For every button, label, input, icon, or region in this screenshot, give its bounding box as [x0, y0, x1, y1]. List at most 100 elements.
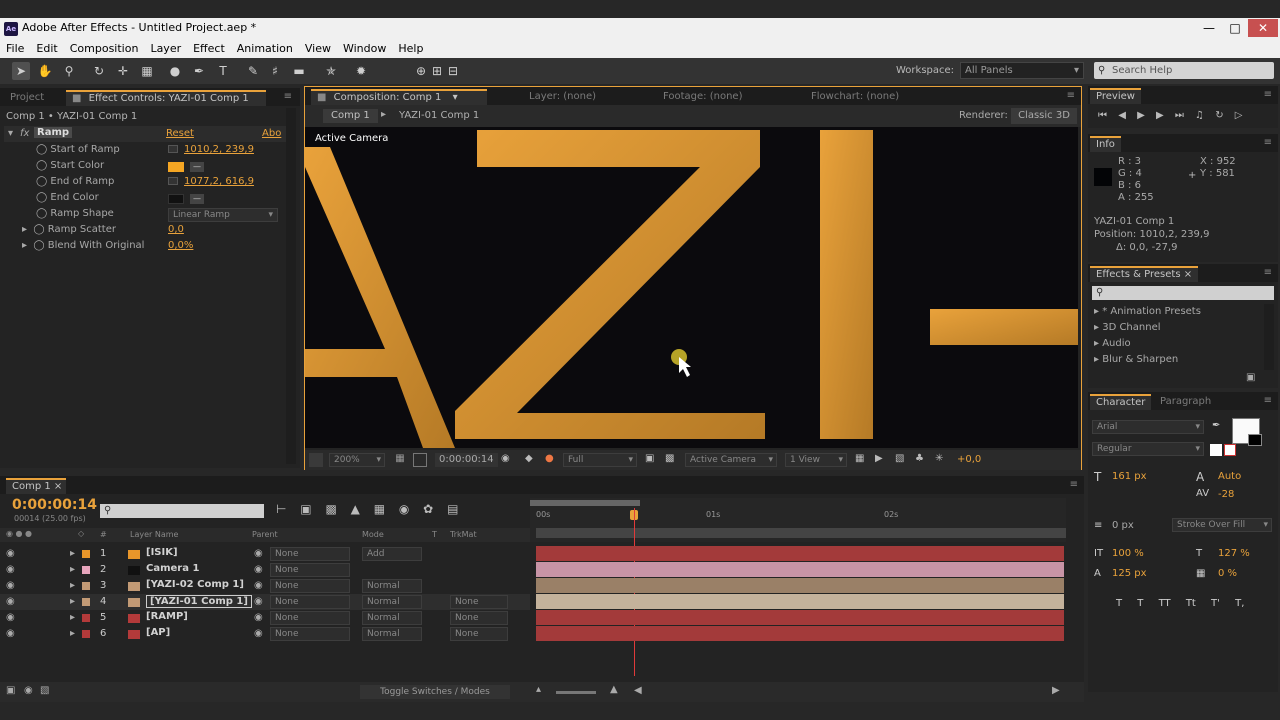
layer-name[interactable]: Camera 1	[146, 563, 199, 574]
value-text[interactable]: 1077,2, 616,9	[184, 176, 254, 187]
tracking-value[interactable]: -28	[1218, 489, 1234, 500]
hide-shy-layers-icon[interactable]: ▲	[351, 502, 360, 516]
zoom-out-icon[interactable]: ▴	[536, 684, 541, 695]
subscript-button[interactable]: T,	[1235, 598, 1244, 609]
list-item[interactable]: ▸ * Animation Presets	[1094, 306, 1201, 317]
flowchart-icon[interactable]: ♣	[915, 453, 924, 464]
pen-tool-icon[interactable]: ✒	[190, 62, 208, 80]
mask-visibility-icon[interactable]	[413, 453, 427, 467]
faux-italic-button[interactable]: T	[1137, 598, 1143, 609]
brush-tool-icon[interactable]: ✎	[244, 62, 262, 80]
menu-help[interactable]: Help	[392, 40, 429, 58]
panel-menu-icon[interactable]: ≡	[1264, 395, 1272, 406]
show-snapshot-icon[interactable]: ◆	[525, 453, 533, 464]
crosshair-icon[interactable]	[168, 145, 178, 153]
layer-search-input[interactable]: ⚲	[100, 504, 264, 518]
expand-right-icon[interactable]: ▸	[70, 612, 75, 623]
rotate-tool-icon[interactable]: ↻	[90, 62, 108, 80]
stroke-color-swatch[interactable]	[1248, 434, 1262, 446]
mode-dropdown[interactable]: Normal	[362, 627, 422, 641]
zoom-tool-icon[interactable]: ⚲	[60, 62, 78, 80]
layer-duration-bar[interactable]	[536, 626, 1064, 641]
vertical-scale-value[interactable]: 100 %	[1112, 548, 1144, 559]
play-icon[interactable]: ▶	[1137, 110, 1145, 121]
baseline-shift-value[interactable]: 125 px	[1112, 568, 1147, 579]
pickwhip-icon[interactable]: ◉	[254, 564, 263, 575]
scroll-right-icon[interactable]: ▶	[1052, 685, 1060, 696]
new-bin-icon[interactable]: ▣	[1246, 372, 1255, 383]
font-style-dropdown[interactable]: Regular ▾	[1092, 442, 1204, 456]
label-color-swatch[interactable]	[82, 582, 90, 590]
menu-composition[interactable]: Composition	[64, 40, 145, 58]
trkmat-dropdown[interactable]: None	[450, 611, 508, 625]
tab-info[interactable]: Info	[1090, 136, 1121, 152]
panel-menu-icon[interactable]: ≡	[1264, 89, 1272, 100]
panel-menu-icon[interactable]: ≡	[1067, 90, 1075, 101]
parent-dropdown[interactable]: None	[270, 563, 350, 577]
timeline-current-time[interactable]: 0:00:00:14	[12, 497, 97, 513]
all-caps-button[interactable]: TT	[1159, 598, 1171, 609]
label-color-swatch[interactable]	[82, 598, 90, 606]
previous-frame-icon[interactable]: ◀	[1118, 110, 1126, 121]
graph-editor-icon[interactable]: ▤	[447, 502, 458, 516]
parent-dropdown[interactable]: None	[270, 579, 350, 593]
column-mode[interactable]: Mode	[362, 530, 384, 539]
close-icon[interactable]: ×	[54, 481, 62, 492]
expand-right-icon[interactable]: ▸	[22, 240, 27, 251]
tab-footage[interactable]: Footage: (none)	[657, 89, 748, 105]
effects-search-input[interactable]: ⚲	[1092, 286, 1274, 300]
zoom-slider[interactable]	[556, 691, 596, 694]
ramp-scatter-value[interactable]: 0,0	[168, 224, 184, 235]
list-item[interactable]: ▸ Audio	[1094, 338, 1131, 349]
camera-view-dropdown[interactable]: Active Camera ▾	[685, 453, 777, 467]
tab-project[interactable]: Project	[4, 90, 50, 106]
eye-icon[interactable]: ◉	[6, 580, 15, 591]
mask-tool-icon[interactable]: ●	[166, 62, 184, 80]
camera-tool-icon[interactable]: ✛	[114, 62, 132, 80]
stopwatch-icon[interactable]: ◯	[36, 208, 47, 219]
zoom-in-icon[interactable]: ▲	[610, 684, 618, 695]
fx-icon[interactable]: fx	[20, 128, 29, 139]
stopwatch-icon[interactable]: ◯	[33, 224, 44, 235]
about-link[interactable]: Abo	[262, 128, 281, 139]
layer-duration-bar[interactable]	[536, 546, 1064, 561]
layer-duration-bar[interactable]	[536, 610, 1064, 625]
tab-flowchart[interactable]: Flowchart: (none)	[805, 89, 905, 105]
trkmat-dropdown[interactable]: None	[450, 595, 508, 609]
horizontal-scale-value[interactable]: 127 %	[1218, 548, 1250, 559]
panel-menu-icon[interactable]: ≡	[1070, 479, 1078, 490]
motion-blur-icon[interactable]: ◉	[399, 502, 409, 516]
layer-name[interactable]: [RAMP]	[146, 611, 188, 622]
layer-row[interactable]: ◉ ▸ 3 [YAZI-02 Comp 1] ◉ None Normal	[0, 578, 530, 594]
faux-bold-button[interactable]: T	[1116, 598, 1122, 609]
selection-tool-icon[interactable]: ➤	[12, 62, 30, 80]
white-swatch-icon[interactable]	[1210, 444, 1222, 456]
parent-dropdown[interactable]: None	[270, 547, 350, 561]
minimize-icon[interactable]: —	[1196, 19, 1222, 37]
live-update-icon[interactable]: ▣	[300, 502, 311, 516]
eyedropper-icon[interactable]: —	[190, 194, 204, 204]
layer-name[interactable]: [YAZI-02 Comp 1]	[146, 579, 244, 590]
mode-dropdown[interactable]: Normal	[362, 579, 422, 593]
menu-animation[interactable]: Animation	[231, 40, 299, 58]
always-preview-icon[interactable]	[309, 453, 323, 467]
menu-edit[interactable]: Edit	[30, 40, 63, 58]
menu-file[interactable]: File	[0, 40, 30, 58]
leading-value[interactable]: Auto	[1218, 471, 1241, 482]
expand-right-icon[interactable]: ▸	[70, 580, 75, 591]
eye-icon[interactable]: ◉	[6, 628, 15, 639]
column-t[interactable]: T	[432, 530, 437, 539]
column-trkmat[interactable]: TrkMat	[450, 530, 477, 539]
stroke-width-value[interactable]: 0 px	[1112, 520, 1134, 531]
layer-row[interactable]: ◉ ▸ 4 [YAZI-01 Comp 1] ◉ None Normal None	[0, 594, 530, 610]
expand-right-icon[interactable]: ▸	[70, 564, 75, 575]
stopwatch-icon[interactable]: ◯	[36, 176, 47, 187]
channel-icon[interactable]: ●	[545, 453, 554, 464]
composition-mini-flowchart-icon[interactable]: ⊢	[276, 502, 286, 516]
snapshot-icon[interactable]: ◉	[501, 453, 510, 464]
pickwhip-icon[interactable]: ◉	[254, 596, 263, 607]
tab-effects-presets[interactable]: Effects & Presets ×	[1090, 266, 1199, 282]
font-family-dropdown[interactable]: Arial ▾	[1092, 420, 1204, 434]
region-of-interest-icon[interactable]: ▣	[645, 453, 654, 464]
menu-layer[interactable]: Layer	[144, 40, 187, 58]
